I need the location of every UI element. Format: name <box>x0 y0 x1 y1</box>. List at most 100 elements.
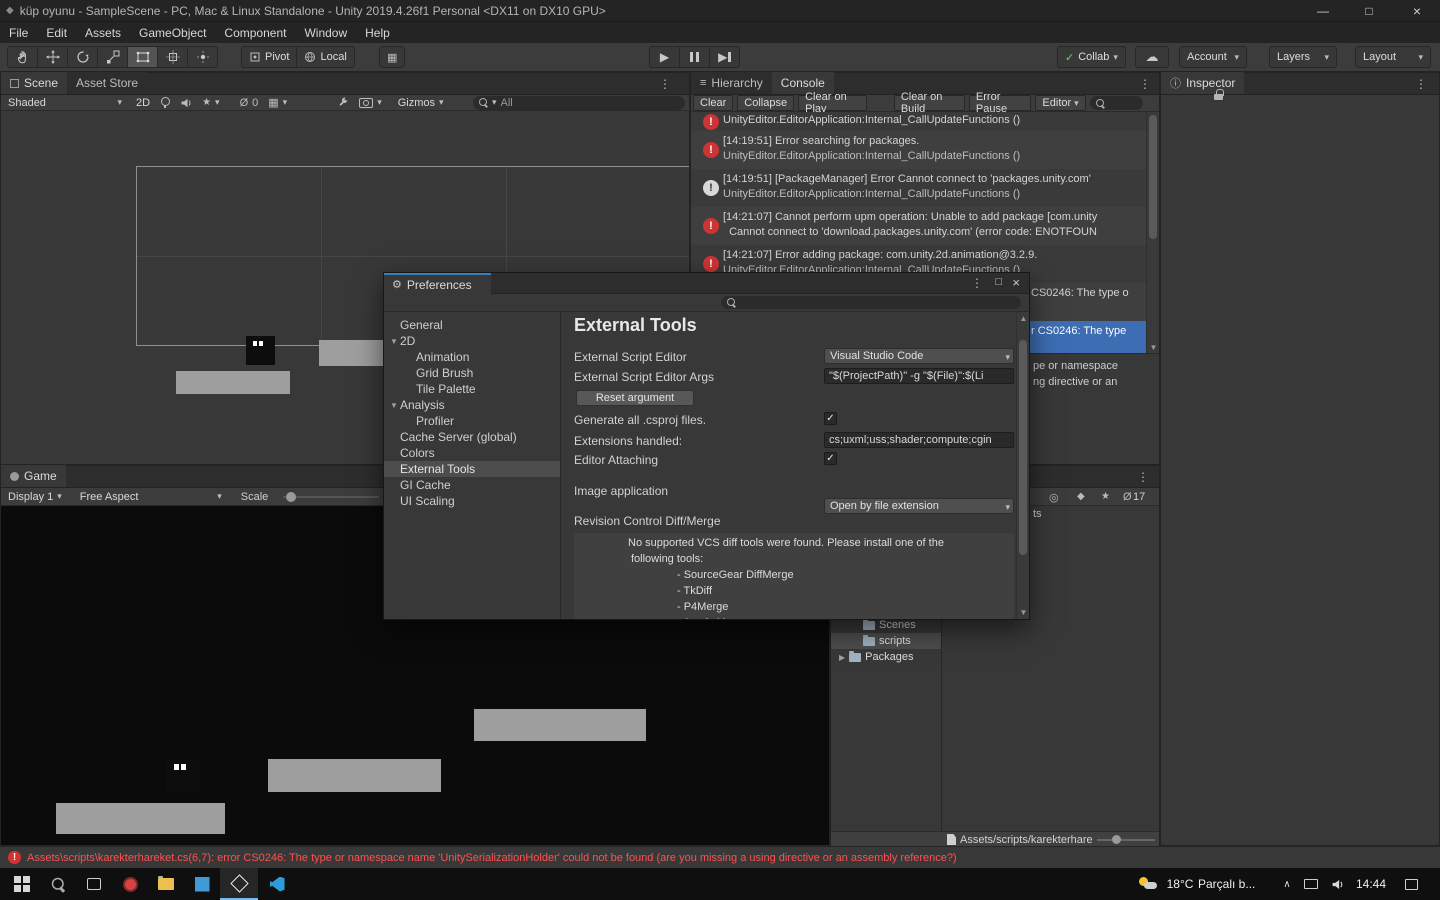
sidebar-item-ui-scaling[interactable]: UI Scaling <box>384 493 560 509</box>
cloud-button[interactable]: ☁ <box>1135 46 1169 68</box>
foldout-icon[interactable]: ▶ <box>839 653 845 662</box>
layers-dropdown[interactable]: Layers ▾ <box>1269 46 1337 68</box>
tab-asset-store[interactable]: Asset Store <box>67 72 148 94</box>
step-button[interactable]: ▶ <box>709 46 740 68</box>
preferences-search-input[interactable] <box>721 296 1021 309</box>
start-button[interactable] <box>4 868 40 900</box>
taskbar-app-vscode[interactable] <box>258 868 296 900</box>
scene-camera-dropdown[interactable]: ▾ <box>354 96 387 110</box>
console-log-entry[interactable]: ! UnityEditor.EditorApplication:Internal… <box>691 112 1159 131</box>
scene-search-input[interactable]: ▾ All <box>473 95 685 110</box>
rect-tool-button[interactable] <box>127 46 158 68</box>
kebab-menu-icon[interactable]: ⋮ <box>1139 78 1151 90</box>
play-button[interactable]: ▶ <box>649 46 680 68</box>
script-editor-args-field[interactable]: "$(ProjectPath)" -g "$(File)":$(Li <box>824 368 1014 384</box>
tab-inspector[interactable]: ⓘ Inspector <box>1161 72 1245 94</box>
grid-snap-button[interactable]: ▦ <box>379 46 406 68</box>
menu-window[interactable]: Window <box>295 26 356 40</box>
player-cube-object[interactable] <box>246 336 275 365</box>
clear-on-play-button[interactable]: Clear on Play <box>798 91 867 115</box>
extensions-handled-field[interactable]: cs;uxml;uss;shader;compute;cgin <box>824 432 1014 448</box>
scale-tool-button[interactable] <box>97 46 128 68</box>
taskbar-weather-text[interactable]: Parçalı b... <box>1198 868 1264 900</box>
collapse-button[interactable]: Collapse <box>737 95 795 111</box>
tray-chevron-up-icon[interactable]: ∧ <box>1276 868 1298 900</box>
preferences-tab[interactable]: ⚙ Preferences <box>384 273 491 294</box>
aspect-ratio-dropdown[interactable]: Free Aspect ▾ <box>75 490 227 504</box>
scene-audio-toggle[interactable] <box>175 96 197 110</box>
collab-button[interactable]: ✓ Collab ▾ <box>1057 46 1126 68</box>
close-button[interactable]: × <box>1400 0 1434 22</box>
sidebar-item-tile-palette[interactable]: Tile Palette <box>384 381 560 397</box>
taskbar-clock[interactable]: 14:44 <box>1350 868 1392 900</box>
tree-item-scripts-selected[interactable]: scripts <box>831 633 941 649</box>
foldout-open-icon[interactable]: ▼ <box>388 337 400 346</box>
editor-dropdown[interactable]: Editor ▾ <box>1035 95 1086 111</box>
taskbar-app-explorer[interactable] <box>148 868 184 900</box>
reset-argument-button[interactable]: Reset argument <box>576 390 694 406</box>
image-application-dropdown[interactable]: Open by file extension ▾ <box>824 498 1014 514</box>
sidebar-item-gi-cache[interactable]: GI Cache <box>384 477 560 493</box>
taskbar-app-unity-active[interactable] <box>220 868 258 900</box>
console-log-entry[interactable]: ! [14:21:07] Cannot perform upm operatio… <box>691 207 1159 245</box>
sidebar-item-analysis[interactable]: ▼ Analysis <box>384 397 560 413</box>
taskbar-weather-temp[interactable]: 18°C <box>1164 868 1196 900</box>
sidebar-item-profiler[interactable]: Profiler <box>384 413 560 429</box>
scrollbar-thumb[interactable] <box>1019 340 1027 555</box>
preferences-scrollbar[interactable]: ▲ ▼ <box>1016 312 1029 619</box>
menu-help[interactable]: Help <box>356 26 399 40</box>
rotate-tool-button[interactable] <box>67 46 98 68</box>
sidebar-item-external-tools[interactable]: External Tools <box>384 461 560 477</box>
console-log-entry[interactable]: ! [14:19:51] [PackageManager] Error Cann… <box>691 169 1159 207</box>
console-search-input[interactable] <box>1089 96 1144 110</box>
sidebar-item-2d[interactable]: ▼ 2D <box>384 333 560 349</box>
maximize-button[interactable]: □ <box>1352 0 1386 22</box>
clear-button[interactable]: Clear <box>693 95 734 111</box>
hidden-objects-toggle[interactable]: Ø0 <box>235 96 264 110</box>
tab-scene[interactable]: Scene <box>1 72 68 94</box>
sidebar-item-grid-brush[interactable]: Grid Brush <box>384 365 560 381</box>
kebab-menu-icon[interactable]: ⋮ <box>1137 471 1149 483</box>
preferences-titlebar[interactable]: ⚙ Preferences ⋮ □ × <box>384 273 1029 294</box>
search-by-type-icon[interactable]: ◎ <box>1049 491 1059 504</box>
pivot-toggle-button[interactable]: Pivot <box>241 46 298 68</box>
generate-csproj-checkbox[interactable]: ✓ <box>824 412 837 425</box>
scrollbar-thumb[interactable] <box>1149 115 1157 239</box>
network-icon[interactable] <box>1298 868 1324 900</box>
menu-edit[interactable]: Edit <box>37 26 76 40</box>
menu-gameobject[interactable]: GameObject <box>130 26 215 40</box>
pause-button[interactable] <box>679 46 710 68</box>
menu-assets[interactable]: Assets <box>76 26 130 40</box>
sidebar-item-colors[interactable]: Colors <box>384 445 560 461</box>
status-bar[interactable]: ! Assets\scripts\karekterhareket.cs(6,7)… <box>0 846 1440 868</box>
kebab-menu-icon[interactable]: ⋮ <box>659 78 671 90</box>
foldout-open-icon[interactable]: ▼ <box>388 401 400 410</box>
tree-item-packages[interactable]: ▶ Packages <box>831 649 941 665</box>
shading-mode-dropdown[interactable]: Shaded ▾ <box>3 96 127 110</box>
console-scrollbar[interactable]: ▼ <box>1146 112 1159 353</box>
hand-tool-button[interactable] <box>7 46 38 68</box>
error-pause-button[interactable]: Error Pause <box>968 91 1032 115</box>
account-dropdown[interactable]: Account ▾ <box>1179 46 1247 68</box>
minimize-button[interactable]: — <box>1306 0 1340 22</box>
action-center-button[interactable] <box>1394 868 1428 900</box>
custom-tool-button[interactable] <box>187 46 218 68</box>
tool-settings-button[interactable] <box>332 96 354 110</box>
transform-tool-button[interactable] <box>157 46 188 68</box>
sidebar-item-general[interactable]: General <box>384 317 560 333</box>
tab-hierarchy[interactable]: ≡ Hierarchy <box>691 72 772 94</box>
close-icon[interactable]: × <box>1012 275 1020 290</box>
tab-game[interactable]: Game <box>1 465 66 487</box>
thumbnail-size-slider-track[interactable] <box>1097 839 1155 841</box>
task-view-button[interactable] <box>76 868 112 900</box>
search-by-label-icon[interactable]: ◆ <box>1077 491 1085 502</box>
thumbnail-size-slider-handle[interactable] <box>1112 835 1121 844</box>
scene-grid-dropdown[interactable]: ▦ ▾ <box>263 96 292 110</box>
sidebar-item-animation[interactable]: Animation <box>384 349 560 365</box>
taskbar-app-photos[interactable] <box>184 868 220 900</box>
maximize-icon[interactable]: □ <box>995 276 1002 288</box>
volume-icon[interactable] <box>1324 868 1350 900</box>
scene-lighting-toggle[interactable] <box>155 96 175 110</box>
scroll-up-icon[interactable]: ▲ <box>1017 314 1030 323</box>
scale-slider-handle[interactable] <box>286 492 296 502</box>
